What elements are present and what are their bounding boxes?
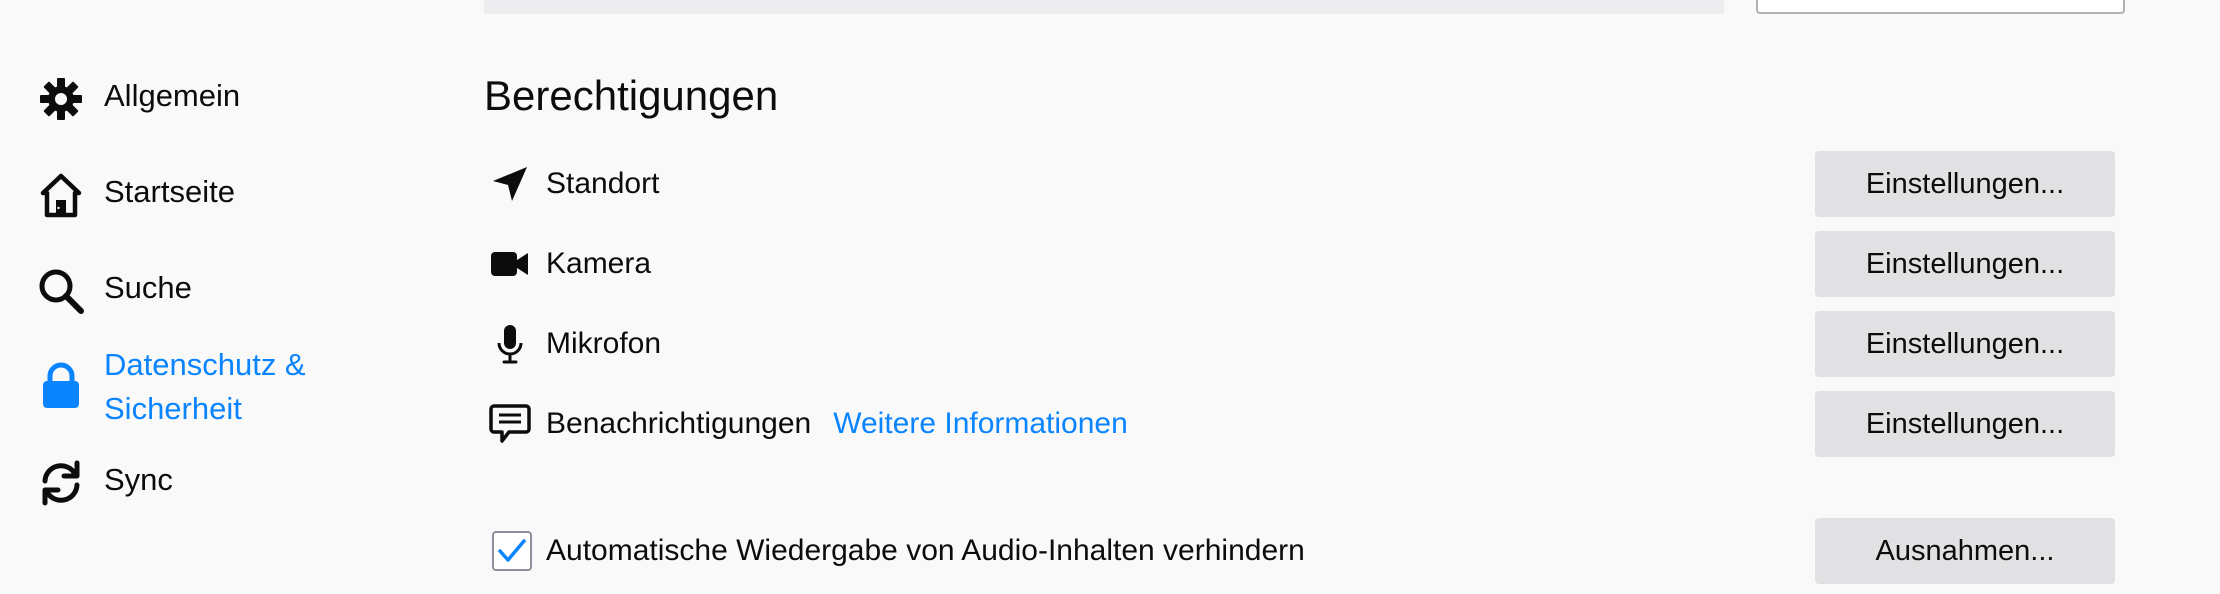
learn-more-link[interactable]: Weitere Informationen (833, 407, 1128, 441)
location-settings-button[interactable]: Einstellungen... (1815, 151, 2115, 217)
autoplay-row: Automatische Wiedergabe von Audio-Inhalt… (484, 518, 2118, 584)
permission-row-microphone: Mikrofon Einstellungen... (484, 311, 2118, 377)
sidebar-item-label: Startseite (104, 174, 235, 209)
sidebar-item-general[interactable]: Allgemein (36, 74, 240, 124)
microphone-icon (484, 318, 536, 370)
camera-settings-button[interactable]: Einstellungen... (1815, 231, 2115, 297)
sidebar-item-label: Allgemein (104, 78, 241, 113)
microphone-settings-button[interactable]: Einstellungen... (1815, 311, 2115, 377)
sidebar-item-home[interactable]: Startseite (36, 170, 235, 220)
permission-label: Mikrofon (546, 327, 662, 360)
sidebar-item-sync[interactable]: Sync (36, 458, 173, 508)
location-arrow-icon (484, 158, 536, 210)
sidebar-item-search[interactable]: Suche (36, 266, 192, 316)
permission-label: Standort (546, 167, 660, 200)
sidebar-item-label: Sync (104, 462, 173, 497)
camera-icon (484, 238, 536, 290)
gear-icon (36, 74, 86, 124)
sidebar-item-label: Datenschutz & Sicherheit (104, 347, 306, 426)
lock-icon (36, 361, 86, 411)
partial-input-box[interactable] (1756, 0, 2125, 14)
checkmark-icon (498, 539, 526, 562)
permission-label: Kamera (546, 247, 652, 280)
preferences-page: Allgemein Startseite Suche Datenschutz &… (0, 0, 2220, 594)
notification-bubble-icon (484, 398, 536, 450)
partial-content-bar (484, 0, 1724, 14)
permission-row-camera: Kamera Einstellungen... (484, 231, 2118, 297)
section-title-permissions: Berechtigungen (484, 72, 779, 119)
sidebar: Allgemein Startseite Suche Datenschutz &… (0, 0, 440, 594)
autoplay-checkbox[interactable] (492, 531, 532, 571)
autoplay-label: Automatische Wiedergabe von Audio-Inhalt… (546, 534, 1305, 567)
home-icon (36, 170, 86, 220)
sidebar-item-privacy-security[interactable]: Datenschutz & Sicherheit (36, 343, 306, 431)
notifications-settings-button[interactable]: Einstellungen... (1815, 391, 2115, 457)
search-icon (36, 266, 86, 316)
autoplay-exceptions-button[interactable]: Ausnahmen... (1815, 518, 2115, 584)
permission-label: Benachrichtigungen (546, 407, 812, 440)
permission-row-notifications: Benachrichtigungen Weitere Informationen… (484, 391, 2118, 457)
sidebar-item-label: Suche (104, 270, 192, 305)
sync-icon (36, 458, 86, 508)
permission-row-location: Standort Einstellungen... (484, 151, 2118, 217)
